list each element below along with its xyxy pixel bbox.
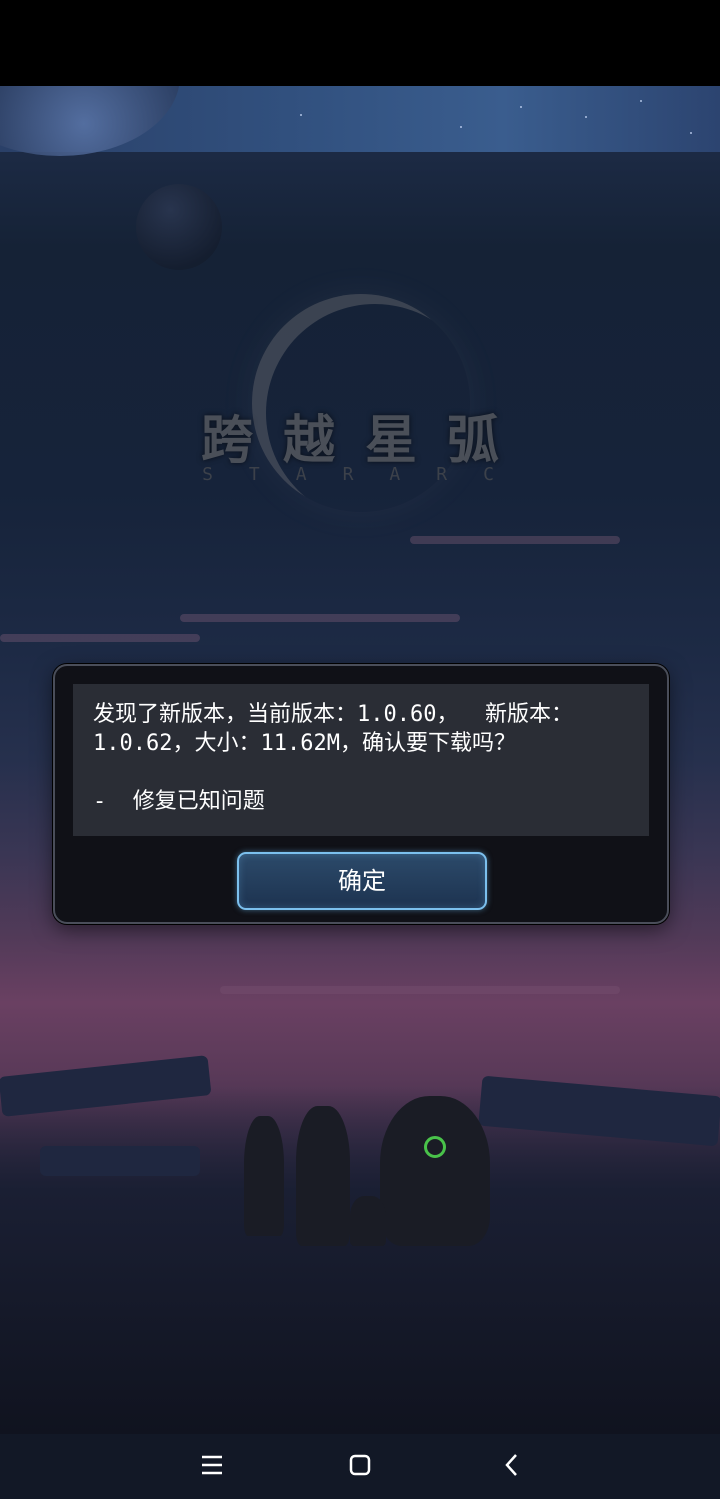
star xyxy=(300,114,302,116)
cloud xyxy=(220,986,620,994)
menu-button[interactable] xyxy=(182,1444,242,1488)
dialog-message-box: 发现了新版本，当前版本：1.0.60， 新版本： 1.0.62，大小：11.62… xyxy=(73,684,649,836)
star xyxy=(585,116,587,118)
game-logo-subtitle: STARARC xyxy=(202,464,530,485)
star xyxy=(640,100,642,102)
hero-figure xyxy=(296,1106,350,1246)
home-button[interactable] xyxy=(330,1444,390,1488)
cloud xyxy=(410,536,620,544)
game-logo-title: 跨越星弧 xyxy=(200,411,529,471)
status-bar xyxy=(0,0,720,86)
robot-eye xyxy=(424,1136,446,1158)
home-icon xyxy=(349,1454,371,1476)
hero-figure xyxy=(380,1096,490,1246)
menu-icon xyxy=(202,1455,222,1475)
hero-figure xyxy=(244,1116,284,1236)
planet-small xyxy=(136,184,222,270)
update-dialog: 发现了新版本，当前版本：1.0.60， 新版本： 1.0.62，大小：11.62… xyxy=(53,664,669,924)
rock xyxy=(40,1146,200,1176)
hero-figure xyxy=(350,1196,386,1246)
back-button[interactable] xyxy=(482,1444,542,1488)
ground xyxy=(0,1086,720,1434)
star xyxy=(690,132,692,134)
cloud xyxy=(0,634,200,642)
star xyxy=(460,126,462,128)
back-icon xyxy=(505,1454,517,1476)
dialog-message: 发现了新版本，当前版本：1.0.60， 新版本： 1.0.62，大小：11.62… xyxy=(93,702,573,814)
navigation-bar xyxy=(0,1434,720,1499)
cloud xyxy=(180,614,460,622)
confirm-button[interactable]: 确定 xyxy=(237,852,487,910)
star xyxy=(520,106,522,108)
